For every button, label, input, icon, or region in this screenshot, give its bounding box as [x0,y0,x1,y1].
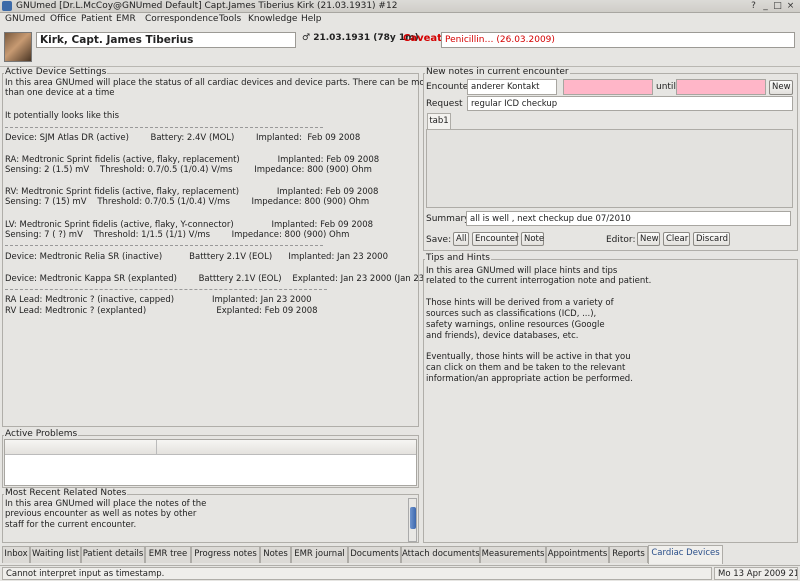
encounter-notes-title: New notes in current encounter [425,67,570,77]
menu-office[interactable]: Office [50,14,76,24]
notes-line: previous encounter as well as notes by o… [5,509,197,519]
status-message: Cannot interpret input as timestamp. [2,567,712,580]
menu-emr[interactable]: EMR [116,14,136,24]
save-note-button[interactable]: Note [521,232,544,246]
menu-bar: GNUmed Office Patient EMR Correspondence… [0,13,800,27]
request-label: Request [426,99,463,109]
tips-line: can click on them and be taken to the re… [426,363,626,373]
device-intro-line: In this area GNUmed will place the statu… [5,78,434,88]
problems-list-header[interactable] [5,440,416,455]
window-title: GNUmed [Dr.L.McCoy@GNUmed Default] Capt.… [16,1,398,11]
tips-line: Eventually, those hints will be active i… [426,352,631,362]
summary-field[interactable]: all is well , next checkup due 07/2010 [466,211,791,226]
device-line: RA: Medtronic Sprint fidelis (active, fl… [5,155,380,165]
close-icon[interactable]: × [785,1,796,11]
tips-title: Tips and Hints [425,253,491,263]
tips-line: and friends), device databases, etc. [426,331,579,341]
patient-dob: ♂ 21.03.1931 (78y 1m) [302,33,419,43]
device-line: Device: Medtronic Relia SR (inactive) Ba… [5,252,388,262]
tab-progress-notes[interactable]: Progress notes [191,546,260,563]
device-intro-line: than one device at a time [5,88,115,98]
until-label: until [656,82,676,92]
caveat-field[interactable]: Penicillin… (26.03.2009) [441,32,795,48]
tab-reports[interactable]: Reports [609,546,648,563]
tips-line: information/an appropriate action be per… [426,374,633,384]
device-line: Sensing: 7 ( ?) mV Threshold: 1/1.5 (1/1… [5,230,350,240]
encounter-label: Encounter [426,82,473,92]
column-divider [156,440,157,455]
gender-icon: ♂ [302,33,311,43]
notes-scrollbar-thumb[interactable] [410,507,416,529]
tips-line: safety warnings, online resources (Googl… [426,320,605,330]
summary-label: Summary [426,214,470,224]
tab-emr-tree[interactable]: EMR tree [145,546,191,563]
note-editor-area[interactable] [426,129,793,208]
menu-help[interactable]: Help [301,14,322,24]
notes-scrollbar[interactable] [408,498,417,542]
notes-line: In this area GNUmed will place the notes… [5,499,207,509]
encounter-end-field[interactable] [676,79,766,95]
device-separator [5,289,327,290]
tab-inbox[interactable]: Inbox [2,546,30,563]
device-separator [5,245,323,246]
tips-line: In this area GNUmed will place hints and… [426,266,618,276]
editor-label: Editor: [606,235,636,245]
save-encounter-button[interactable]: Encounter [472,232,518,246]
device-separator [5,127,323,128]
tab-measurements[interactable]: Measurements [480,546,546,563]
save-label: Save: [426,235,452,245]
device-line: LV: Medtronic Sprint fidelis (active, fl… [5,220,374,230]
device-line: RV: Medtronic Sprint fidelis (active, fl… [5,187,379,197]
tab-emr-journal[interactable]: EMR journal [291,546,348,563]
device-line: Device: Medtronic Kappa SR (explanted) B… [5,274,452,284]
device-line: Sensing: 2 (1.5) mV Threshold: 0.7/0.5 (… [5,165,372,175]
menu-knowledge[interactable]: Knowledge [248,14,297,24]
app-icon [2,1,12,11]
editor-clear-button[interactable]: Clear [663,232,690,246]
title-bar: GNUmed [Dr.L.McCoy@GNUmed Default] Capt.… [0,0,800,13]
tab-notes[interactable]: Notes [260,546,291,563]
tab-patient-details[interactable]: Patient details [81,546,145,563]
patient-photo[interactable] [4,32,32,62]
tab-waiting-list[interactable]: Waiting list [30,546,81,563]
tab-appointments[interactable]: Appointments [546,546,609,563]
problems-list[interactable] [4,439,417,486]
request-field[interactable]: regular ICD checkup [467,96,793,111]
tab-documents[interactable]: Documents [348,546,401,563]
related-notes-title: Most Recent Related Notes [4,488,128,498]
editor-discard-button[interactable]: Discard [693,232,730,246]
active-problems-title: Active Problems [4,429,79,439]
tips-line: Those hints will be derived from a varie… [426,298,614,308]
save-all-button[interactable]: All [453,232,469,246]
menu-gnumed[interactable]: GNUmed [5,14,45,24]
minimize-icon[interactable]: _ [760,1,771,11]
editor-new-button[interactable]: New [637,232,660,246]
maximize-icon[interactable]: □ [772,1,783,11]
encounter-start-field[interactable] [563,79,653,95]
device-line: Sensing: 7 (15) mV Threshold: 0.7/0.5 (1… [5,197,370,207]
notes-line: staff for the current encounter. [5,520,137,530]
tab-tab1[interactable]: tab1 [427,113,451,129]
device-settings-title: Active Device Settings [4,67,108,77]
encounter-field[interactable]: anderer Kontakt [467,79,557,95]
help-window-icon[interactable]: ? [748,1,759,11]
status-clock: Mo 13 Apr 2009 21:5 [714,567,798,580]
tab-cardiac-devices[interactable]: Cardiac Devices [648,545,723,564]
device-line: RA Lead: Medtronic ? (inactive, capped) … [5,295,312,305]
menu-correspondence[interactable]: Correspondence [145,14,218,24]
tab-attach-documents[interactable]: Attach documents [401,546,480,563]
device-example-label: It potentially looks like this [5,111,120,121]
new-encounter-button[interactable]: New [769,80,793,95]
tips-line: sources such as classifications (ICD, ..… [426,309,597,319]
menu-patient[interactable]: Patient [81,14,112,24]
device-line: RV Lead: Medtronic ? (explanted) Explant… [5,306,318,316]
device-line: Device: SJM Atlas DR (active) Battery: 2… [5,133,361,143]
patient-name-field[interactable]: Kirk, Capt. James Tiberius [36,32,296,48]
caveat-label: Caveat [403,33,442,44]
menu-tools[interactable]: Tools [219,14,241,24]
tips-line: related to the current interrogation not… [426,276,652,286]
